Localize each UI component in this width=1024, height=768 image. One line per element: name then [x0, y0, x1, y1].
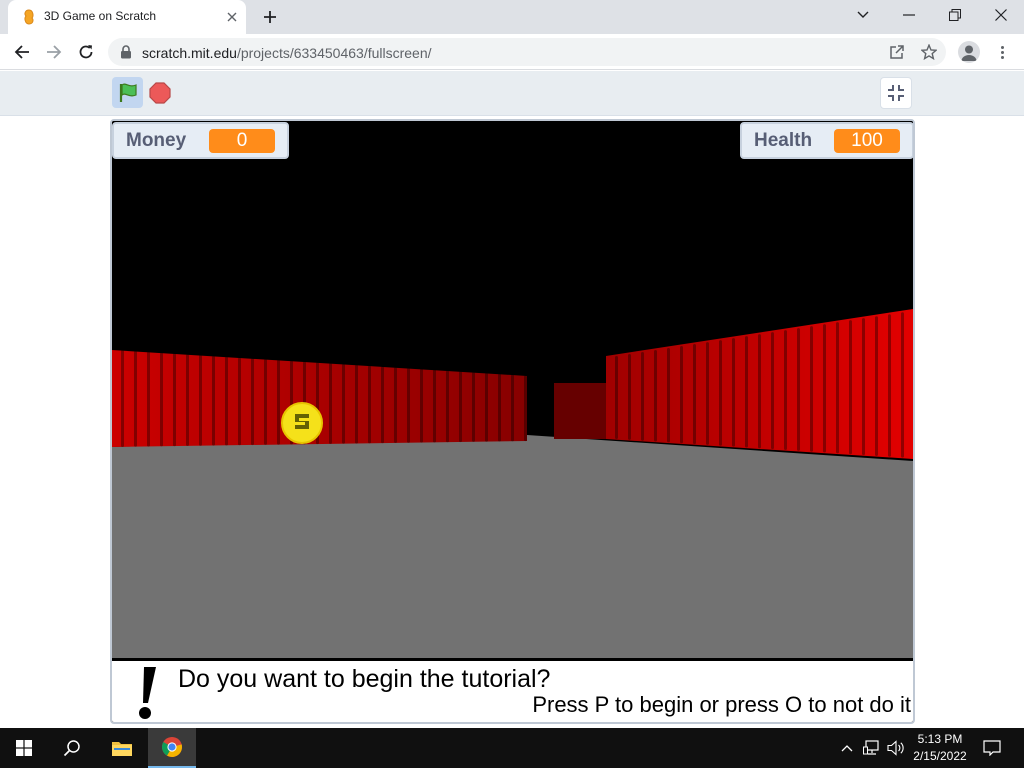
tab-title: 3D Game on Scratch: [44, 9, 157, 23]
forward-button[interactable]: [42, 40, 66, 64]
tab-search-button[interactable]: [840, 0, 886, 30]
restore-icon: [949, 9, 961, 21]
forward-arrow-icon: [47, 45, 62, 59]
tutorial-question: Do you want to begin the tutorial?: [178, 665, 551, 693]
browser-tab-strip: 3D Game on Scratch: [0, 0, 1024, 34]
windows-start-icon: [16, 740, 32, 756]
address-bar[interactable]: scratch.mit.edu/projects/633450463/fulls…: [108, 38, 946, 66]
more-vert-icon[interactable]: [994, 40, 1010, 64]
volume-button[interactable]: [884, 728, 908, 768]
minimize-icon: [903, 14, 915, 16]
health-label: Health: [754, 129, 813, 151]
exit-fullscreen-icon: [888, 85, 904, 101]
chrome-taskbar-button[interactable]: [148, 728, 196, 768]
volume-icon: [887, 740, 904, 756]
plus-icon: [264, 11, 276, 23]
stop-sign-icon: [149, 82, 171, 104]
tutorial-dialog: Do you want to begin the tutorial? Press…: [112, 658, 913, 722]
file-explorer-button[interactable]: [98, 728, 146, 768]
window-close-button[interactable]: [978, 0, 1024, 30]
profile-icon[interactable]: [958, 41, 980, 63]
stop-button[interactable]: [149, 82, 171, 104]
window-close-icon: [995, 9, 1007, 21]
scratch-controls-bar: [0, 71, 1024, 116]
url-path: /projects/633450463/fullscreen/: [236, 45, 432, 61]
star-icon[interactable]: [920, 43, 938, 61]
scratch-favicon-icon: [22, 9, 36, 25]
notification-button[interactable]: [978, 728, 1006, 768]
scratch-stage[interactable]: Money 0 Health 100 Do you want to begin …: [110, 119, 915, 724]
money-monitor: Money 0: [112, 122, 289, 159]
reload-icon: [79, 45, 93, 59]
search-icon: [63, 740, 80, 757]
game-viewport[interactable]: Money 0 Health 100 Do you want to begin …: [112, 121, 913, 722]
search-button[interactable]: [48, 728, 96, 768]
clock-time: 5:13 PM: [917, 732, 963, 746]
green-flag-icon: [119, 83, 137, 102]
new-tab-button[interactable]: [258, 6, 282, 28]
minimize-button[interactable]: [886, 0, 932, 30]
exclamation-icon: [134, 663, 160, 722]
file-explorer-icon: [112, 742, 132, 756]
health-monitor: Health 100: [740, 122, 913, 159]
chevron-down-icon: [857, 11, 869, 18]
chrome-icon: [162, 737, 183, 758]
windows-taskbar: 5:13 PM 2/15/2022: [0, 728, 1024, 768]
game-scene: [112, 121, 913, 722]
health-value: 100: [834, 128, 900, 153]
coin: [281, 402, 323, 444]
back-arrow-icon: [14, 45, 29, 59]
browser-toolbar: scratch.mit.edu/projects/633450463/fulls…: [0, 34, 1024, 70]
notification-icon: [983, 740, 1001, 756]
clock-date: 2/15/2022: [913, 749, 967, 763]
start-button[interactable]: [0, 728, 48, 768]
reload-button[interactable]: [74, 40, 98, 64]
money-value: 0: [209, 128, 275, 153]
green-flag-button[interactable]: [112, 77, 143, 108]
money-label: Money: [126, 129, 187, 151]
close-icon[interactable]: [224, 9, 240, 25]
lock-icon: [120, 45, 132, 64]
chevron-up-icon: [841, 745, 853, 752]
back-button[interactable]: [10, 40, 34, 64]
network-button[interactable]: [860, 728, 884, 768]
hidden-icons-button[interactable]: [836, 728, 858, 768]
share-icon[interactable]: [888, 43, 906, 61]
system-clock[interactable]: 5:13 PM 2/15/2022: [910, 731, 970, 765]
url-text[interactable]: scratch.mit.edu/projects/633450463/fulls…: [142, 45, 432, 61]
url-host: scratch.mit.edu: [142, 45, 237, 61]
exit-fullscreen-button[interactable]: [880, 77, 912, 109]
floor: [112, 435, 913, 658]
restore-button[interactable]: [932, 0, 978, 30]
tutorial-hint: Press P to begin or press O to not do it: [532, 692, 911, 717]
far-wall: [554, 383, 606, 439]
network-icon: [863, 740, 879, 755]
browser-tab[interactable]: 3D Game on Scratch: [8, 0, 246, 34]
